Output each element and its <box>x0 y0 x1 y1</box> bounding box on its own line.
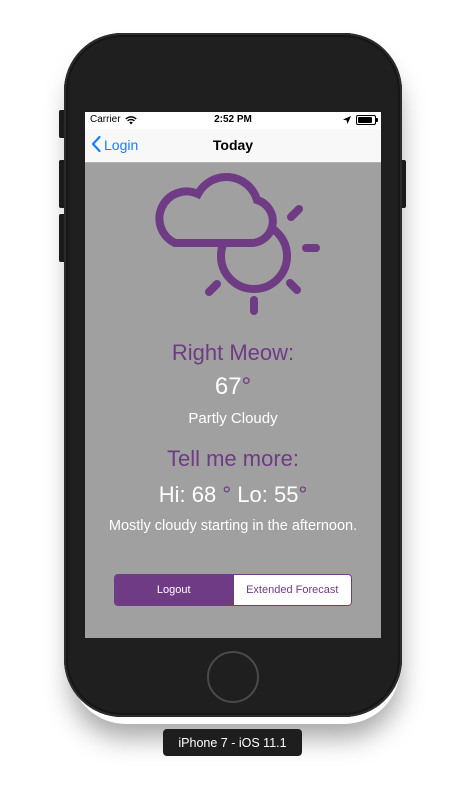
simulator-device-label: iPhone 7 - iOS 11.1 <box>163 729 302 756</box>
more-heading: Tell me more: <box>166 446 300 471</box>
lo-temp: Lo: 55 <box>237 482 299 507</box>
current-temp-value: 67 <box>214 373 242 400</box>
forecast-summary: Mostly cloudy starting in the afternoon. <box>108 518 358 534</box>
location-arrow-icon <box>343 116 351 127</box>
home-button[interactable] <box>207 651 259 703</box>
hi-degree-symbol: ° <box>222 482 232 507</box>
battery-cap <box>376 118 378 122</box>
phone-screen: Carrier 2:52 PM Login Today Right Meow: … <box>85 112 381 638</box>
now-heading: Right Meow: <box>171 340 295 365</box>
hi-temp: Hi: 68 <box>158 482 217 507</box>
logout-segment[interactable]: Logout <box>115 575 233 605</box>
condition-label: Partly Cloudy <box>188 410 278 427</box>
lo-degree-symbol: ° <box>298 482 308 507</box>
degree-symbol: ° <box>241 373 252 400</box>
simulator-stage: Carrier 2:52 PM Login Today Right Meow: … <box>0 0 465 798</box>
battery-level <box>358 117 372 123</box>
current-temperature: 67° <box>85 373 381 401</box>
battery-icon <box>356 115 376 125</box>
status-bar: Carrier 2:52 PM <box>85 112 381 129</box>
partly-cloudy-icon <box>141 164 331 329</box>
nav-title: Today <box>212 137 254 153</box>
extended-forecast-segment[interactable]: Extended Forecast <box>232 575 351 605</box>
hi-lo-temperatures: Hi: 68 ° Lo: 55° <box>85 482 381 508</box>
navigation-bar: Login Today <box>85 129 381 163</box>
status-time: 2:52 PM <box>214 114 252 125</box>
segmented-control: Logout Extended Forecast <box>114 574 352 606</box>
